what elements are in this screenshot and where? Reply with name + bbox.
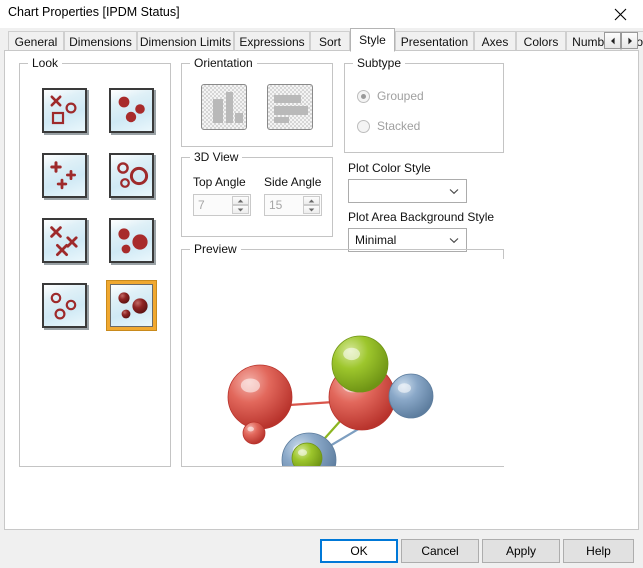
- look-option-thumbnail: [109, 218, 154, 263]
- tab-presentation[interactable]: Presentation: [395, 31, 474, 51]
- tab-content-panel: Look Orientation Subtype Grouped Stacked…: [4, 50, 639, 530]
- side-angle-increment[interactable]: [303, 196, 320, 205]
- bubble-red-large-left: [227, 364, 293, 430]
- top-angle-decrement[interactable]: [232, 205, 249, 214]
- cancel-button[interactable]: Cancel: [401, 539, 479, 563]
- top-angle-stepper[interactable]: 7: [193, 194, 251, 216]
- orientation-vertical[interactable]: [201, 84, 247, 130]
- radio-grouped-icon: [357, 89, 370, 103]
- subtype-legend: Subtype: [353, 56, 406, 70]
- tab-general[interactable]: General: [8, 31, 64, 51]
- look-option-markers-outline[interactable]: [42, 88, 89, 135]
- subtype-group: Subtype Grouped Stacked: [344, 56, 504, 153]
- bubble-red-small-left: [242, 421, 266, 445]
- orientation-group: Orientation: [181, 56, 333, 147]
- look-option-thumbnail: [42, 88, 87, 133]
- look-option-filled-bubbles[interactable]: [109, 88, 156, 135]
- tab-expressions[interactable]: Expressions: [234, 31, 310, 51]
- look-option-filled-varied[interactable]: [109, 218, 156, 265]
- top-angle-label: Top Angle: [193, 175, 246, 189]
- plot-area-background-style-value: Minimal: [355, 233, 397, 247]
- window-title-bar: Chart Properties [IPDM Status]: [0, 0, 643, 28]
- tab-axes[interactable]: Axes: [474, 31, 516, 51]
- subtype-radio-stacked[interactable]: Stacked: [357, 119, 420, 133]
- side-angle-value: 15: [269, 198, 283, 212]
- window-title: Chart Properties [IPDM Status]: [8, 5, 180, 19]
- view3d-legend: 3D View: [190, 150, 243, 164]
- tab-sort[interactable]: Sort: [310, 31, 350, 51]
- chevron-down-icon: [449, 180, 459, 202]
- look-option-plus-markers[interactable]: [42, 153, 89, 200]
- look-group: Look: [19, 56, 171, 467]
- preview-legend: Preview: [190, 242, 241, 256]
- tab-strip: General Dimensions Dimension Limits Express…: [0, 28, 643, 52]
- orientation-legend: Orientation: [190, 56, 257, 70]
- plot-color-style-select[interactable]: [348, 179, 467, 203]
- tab-style[interactable]: Style: [350, 28, 395, 52]
- look-option-thumbnail: [42, 153, 87, 198]
- subtype-stacked-label: Stacked: [377, 119, 421, 133]
- ok-button[interactable]: OK: [320, 539, 398, 563]
- look-option-circle-outlines[interactable]: [109, 153, 156, 200]
- look-option-thumbnail: [109, 88, 154, 133]
- look-option-thumbnail: [109, 153, 154, 198]
- tab-scroll-right-icon[interactable]: [621, 32, 638, 49]
- plot-color-style-label: Plot Color Style: [348, 161, 431, 175]
- look-option-3d-spheres[interactable]: [107, 281, 156, 330]
- top-angle-increment[interactable]: [232, 196, 249, 205]
- chevron-down-icon: [449, 229, 459, 251]
- look-option-small-circle-outlines[interactable]: [42, 283, 89, 330]
- subtype-grouped-label: Grouped: [377, 89, 424, 103]
- tab-dimensions[interactable]: Dimensions: [64, 31, 137, 51]
- radio-stacked-icon: [357, 119, 370, 133]
- tab-scroll-left-icon[interactable]: [604, 32, 621, 49]
- side-angle-label: Side Angle: [264, 175, 322, 189]
- apply-button[interactable]: Apply: [482, 539, 560, 563]
- top-angle-value: 7: [198, 198, 205, 212]
- view3d-group: 3D View Top Angle 7 Side Angle 15: [181, 150, 333, 237]
- plot-area-background-style-label: Plot Area Background Style: [348, 210, 495, 224]
- bubble-green-top: [331, 335, 389, 393]
- look-legend: Look: [28, 56, 63, 70]
- look-option-thumbnail: [110, 284, 153, 327]
- bubble-blue-right: [388, 373, 434, 419]
- preview-canvas: [183, 259, 504, 466]
- look-option-thumbnail: [42, 283, 87, 328]
- tab-dimension-limits[interactable]: Dimension Limits: [137, 31, 234, 51]
- look-option-x-markers[interactable]: [42, 218, 89, 265]
- subtype-radio-grouped[interactable]: Grouped: [357, 89, 424, 103]
- preview-bubble-chart: [227, 335, 434, 466]
- preview-group: Preview: [181, 242, 504, 467]
- close-icon[interactable]: [598, 0, 643, 28]
- side-angle-decrement[interactable]: [303, 205, 320, 214]
- look-option-thumbnail: [42, 218, 87, 263]
- orientation-horizontal[interactable]: [267, 84, 313, 130]
- side-angle-stepper[interactable]: 15: [264, 194, 322, 216]
- help-button[interactable]: Help: [563, 539, 634, 563]
- tab-colors[interactable]: Colors: [516, 31, 566, 51]
